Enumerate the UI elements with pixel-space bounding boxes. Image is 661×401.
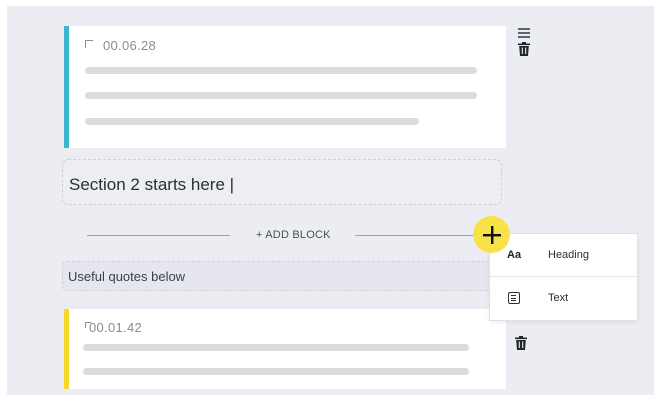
menu-item-text[interactable]: Text — [490, 277, 637, 319]
add-block-plus-button[interactable] — [473, 216, 510, 253]
text-icon — [508, 292, 520, 304]
block-type-menu: Aa Heading Text — [490, 234, 637, 320]
editor-canvas: 00.06.28 Section 2 starts here | + ADD B… — [7, 6, 654, 395]
divider-line — [355, 235, 478, 236]
plus-icon — [482, 225, 501, 244]
add-block-row: + ADD BLOCK — [87, 224, 487, 248]
block-accent-bar — [64, 309, 69, 389]
text-placeholder-line — [83, 344, 469, 351]
text-placeholder-line — [85, 92, 477, 99]
menu-item-label: Heading — [548, 249, 589, 261]
note-block[interactable]: 00.06.28 — [64, 26, 506, 148]
section-heading-text[interactable]: Section 2 starts here | — [69, 175, 234, 195]
section-heading-block[interactable]: Section 2 starts here | — [62, 159, 502, 205]
menu-item-label: Text — [548, 292, 569, 304]
block-timestamp[interactable]: 00.01.42 — [89, 320, 142, 335]
quote-heading-block[interactable]: Useful quotes below — [62, 261, 502, 291]
trash-icon[interactable] — [518, 42, 530, 61]
text-placeholder-line — [85, 67, 477, 74]
menu-item-heading[interactable]: Aa Heading — [490, 234, 637, 277]
text-placeholder-line — [83, 368, 469, 375]
timestamp-marker-icon — [85, 40, 93, 48]
block-accent-bar — [64, 26, 69, 148]
text-placeholder-line — [85, 118, 419, 125]
add-block-button[interactable]: + ADD BLOCK — [256, 229, 331, 241]
quote-heading-text[interactable]: Useful quotes below — [68, 269, 185, 284]
note-block[interactable]: 00.01.42 — [64, 309, 506, 389]
heading-icon: Aa — [507, 249, 522, 261]
trash-icon[interactable] — [515, 336, 527, 355]
menu-icon[interactable] — [518, 28, 530, 40]
block-timestamp[interactable]: 00.06.28 — [103, 38, 156, 53]
divider-line — [87, 235, 230, 236]
